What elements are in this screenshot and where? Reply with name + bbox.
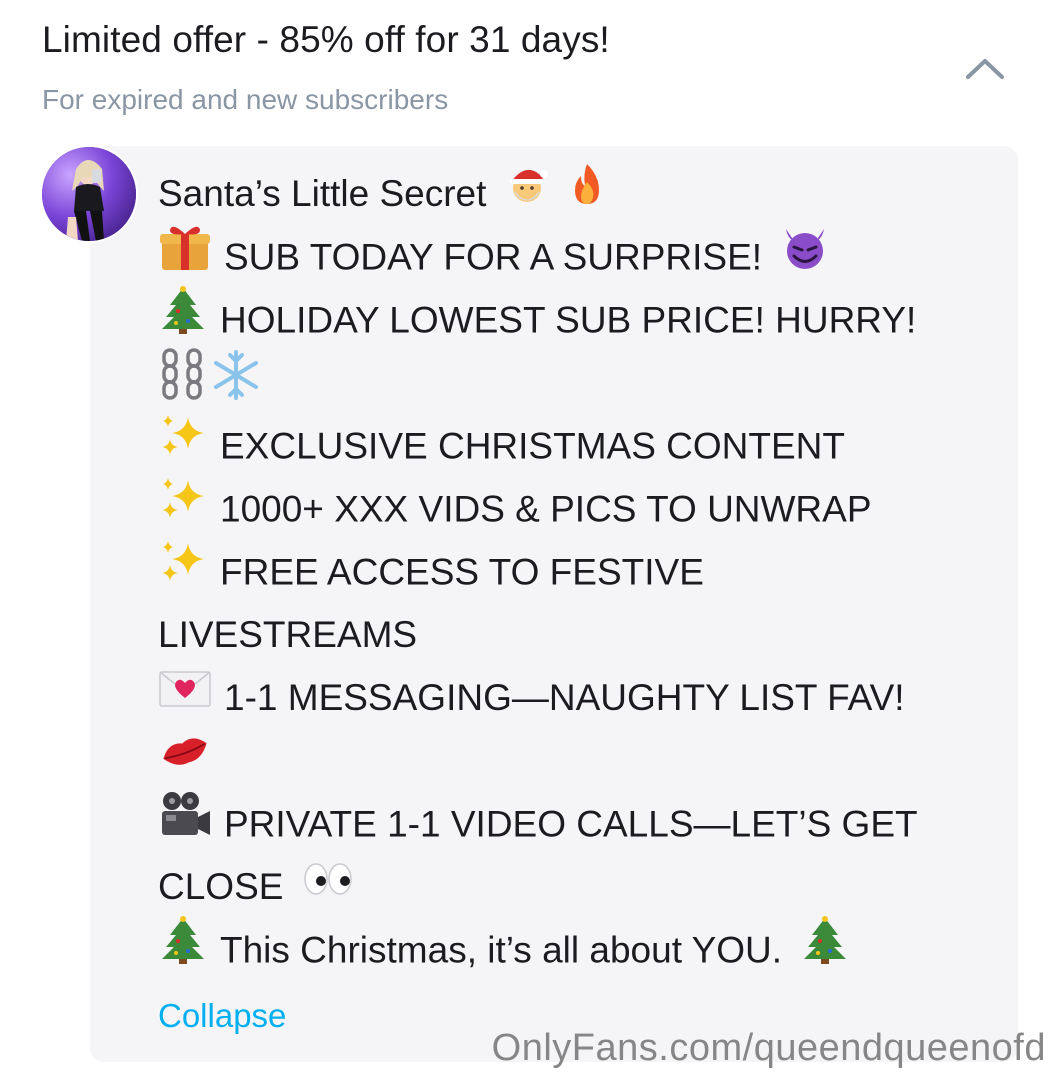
offer-title: Limited offer - 85% off for 31 days! xyxy=(42,19,610,60)
post-line: LIVESTREAMS xyxy=(158,603,998,666)
post-line-text: EXCLUSIVE CHRISTMAS CONTENT xyxy=(220,425,845,467)
sparkles-icon xyxy=(158,537,208,606)
post-line: HOLIDAY LOWEST SUB PRICE! HURRY! xyxy=(158,285,998,354)
post-line xyxy=(158,729,998,792)
sparkles-icon xyxy=(158,474,208,543)
post-line: SUB TODAY FOR A SURPRISE! xyxy=(158,225,998,288)
post-message: Santa’s Little Secret SUB TODAY FOR A SU… xyxy=(158,162,998,981)
christmas-tree-icon xyxy=(158,915,208,984)
post-line: FREE ACCESS TO FESTIVE xyxy=(158,540,998,603)
post-line-text: LIVESTREAMS xyxy=(158,614,418,655)
sparkles-icon xyxy=(158,411,208,480)
fire-icon xyxy=(567,162,607,225)
post-line-text: SUB TODAY FOR A SURPRISE! xyxy=(224,236,763,278)
smiling-devil-icon xyxy=(780,223,830,290)
movie-camera-icon xyxy=(158,789,212,858)
love-letter-icon xyxy=(158,666,212,729)
collapse-link[interactable]: Collapse xyxy=(158,994,286,1038)
post-title: Santa’s Little Secret xyxy=(158,173,487,214)
snowflake-icon xyxy=(210,349,262,420)
gift-icon xyxy=(158,222,212,291)
post-line: EXCLUSIVE CHRISTMAS CONTENT xyxy=(158,414,998,477)
post-line-text: 1000+ XXX VIDS & PICS TO UNWRAP xyxy=(220,488,872,530)
eyes-icon xyxy=(302,855,354,918)
avatar-photo xyxy=(42,147,136,241)
offer-header: Limited offer - 85% off for 31 days! For… xyxy=(42,14,942,118)
post-line xyxy=(158,348,998,414)
christmas-tree-icon xyxy=(800,915,850,984)
post-line-text: CLOSE xyxy=(158,866,284,907)
post-line-text: PRIVATE 1-1 VIDEO CALLS—LET’S GET xyxy=(224,803,918,845)
offer-subtitle: For expired and new subscribers xyxy=(42,84,449,115)
post-line-text: FREE ACCESS TO FESTIVE xyxy=(220,551,704,593)
lips-icon xyxy=(158,729,212,792)
post-line: CLOSE xyxy=(158,855,998,918)
watermark: OnlyFans.com/queendqueenofd xyxy=(491,1027,1046,1069)
post-line: This Christmas, it’s all about YOU. xyxy=(158,915,998,984)
post-title-line: Santa’s Little Secret xyxy=(158,162,998,225)
post-line: PRIVATE 1-1 VIDEO CALLS—LET’S GET xyxy=(158,792,998,855)
chevron-up-icon xyxy=(966,59,1004,79)
christmas-tree-icon xyxy=(158,285,208,354)
santa-face-icon xyxy=(505,162,549,225)
avatar[interactable] xyxy=(40,145,138,243)
offer-page: Limited offer - 85% off for 31 days! For… xyxy=(0,0,1060,1080)
collapse-offer-button[interactable] xyxy=(960,48,1010,88)
post-line: 1-1 MESSAGING—NAUGHTY LIST FAV! xyxy=(158,666,998,729)
post-line-text: 1-1 MESSAGING—NAUGHTY LIST FAV! xyxy=(224,677,905,718)
post-line-text: This Christmas, it’s all about YOU. xyxy=(220,929,783,971)
post-line-text: HOLIDAY LOWEST SUB PRICE! HURRY! xyxy=(220,299,917,341)
post-line: 1000+ XXX VIDS & PICS TO UNWRAP xyxy=(158,477,998,540)
